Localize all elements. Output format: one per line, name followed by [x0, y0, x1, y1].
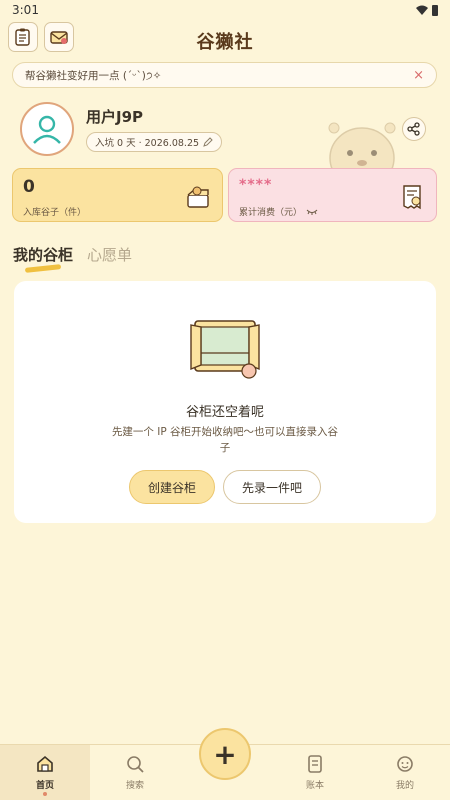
collection-tabs: 我的谷柜 心愿单: [13, 244, 132, 273]
user-icon: [33, 115, 61, 144]
active-nav-dot: [43, 792, 47, 796]
share-icon: [407, 122, 420, 136]
create-cabinet-button[interactable]: 创建谷柜: [129, 470, 215, 504]
empty-cabinet-card: 谷柜还空着呢 先建一个 IP 谷柜开始收纳吧～也可以直接录入谷子 创建谷柜 先录…: [14, 281, 436, 523]
eye-closed-icon[interactable]: [306, 208, 318, 216]
box-icon: [187, 186, 209, 208]
empty-state-description: 先建一个 IP 谷柜开始收纳吧～也可以直接录入谷子: [111, 426, 339, 454]
status-time: 3:01: [12, 3, 39, 17]
app-title: 谷獭社: [196, 32, 254, 53]
tab-my-cabinet-label: 我的谷柜: [13, 246, 74, 264]
nav-home-label: 首页: [35, 781, 54, 791]
username: 用户J9P: [86, 108, 144, 126]
cabinet-illustration: [190, 320, 260, 379]
nav-home[interactable]: 首页: [0, 745, 90, 800]
spending-card[interactable]: **** 累计消费（元）: [228, 168, 437, 222]
joined-text: 入坑 0 天 · 2026.08.25: [95, 138, 200, 149]
ledger-icon: [308, 755, 322, 773]
items-count-card[interactable]: 0 入库谷子（件）: [12, 168, 223, 222]
nav-ledger[interactable]: 账本: [270, 745, 360, 800]
receipt-icon: [403, 185, 421, 210]
home-icon: [37, 755, 53, 772]
nav-profile-label: 我的: [395, 781, 414, 791]
status-bar: 3:01: [0, 0, 450, 20]
notice-text: 帮谷獭社变好用一点 (ˊᵕˋ)੭✧: [25, 69, 162, 82]
nav-profile[interactable]: 我的: [360, 745, 450, 800]
add-fab-button[interactable]: +: [199, 728, 251, 780]
tab-my-cabinet[interactable]: 我的谷柜: [13, 244, 74, 273]
profile-icon: [397, 756, 413, 772]
wifi-icon: [416, 5, 428, 15]
top-bar: 谷獭社: [0, 22, 450, 56]
feedback-notice-banner[interactable]: 帮谷獭社变好用一点 (ˊᵕˋ)੭✧ ×: [12, 62, 437, 88]
share-button[interactable]: [402, 117, 426, 141]
active-tab-indicator: [24, 264, 62, 273]
spending-label: 累计消费（元）: [239, 208, 303, 218]
close-icon[interactable]: ×: [413, 68, 424, 83]
battery-icon: [432, 4, 438, 16]
empty-state-title: 谷柜还空着呢: [185, 405, 264, 420]
search-icon: [127, 756, 144, 773]
nav-search[interactable]: 搜索: [90, 745, 180, 800]
status-icons: [416, 4, 438, 16]
nav-search-label: 搜索: [125, 781, 144, 791]
avatar[interactable]: [20, 102, 74, 156]
joined-days-badge[interactable]: 入坑 0 天 · 2026.08.25: [86, 132, 223, 152]
nav-ledger-label: 账本: [305, 781, 324, 791]
add-item-button[interactable]: 先录一件吧: [223, 470, 321, 504]
tab-wishlist-label: 心愿单: [87, 246, 133, 264]
edit-icon: [203, 137, 213, 147]
tab-wishlist[interactable]: 心愿单: [87, 244, 132, 265]
